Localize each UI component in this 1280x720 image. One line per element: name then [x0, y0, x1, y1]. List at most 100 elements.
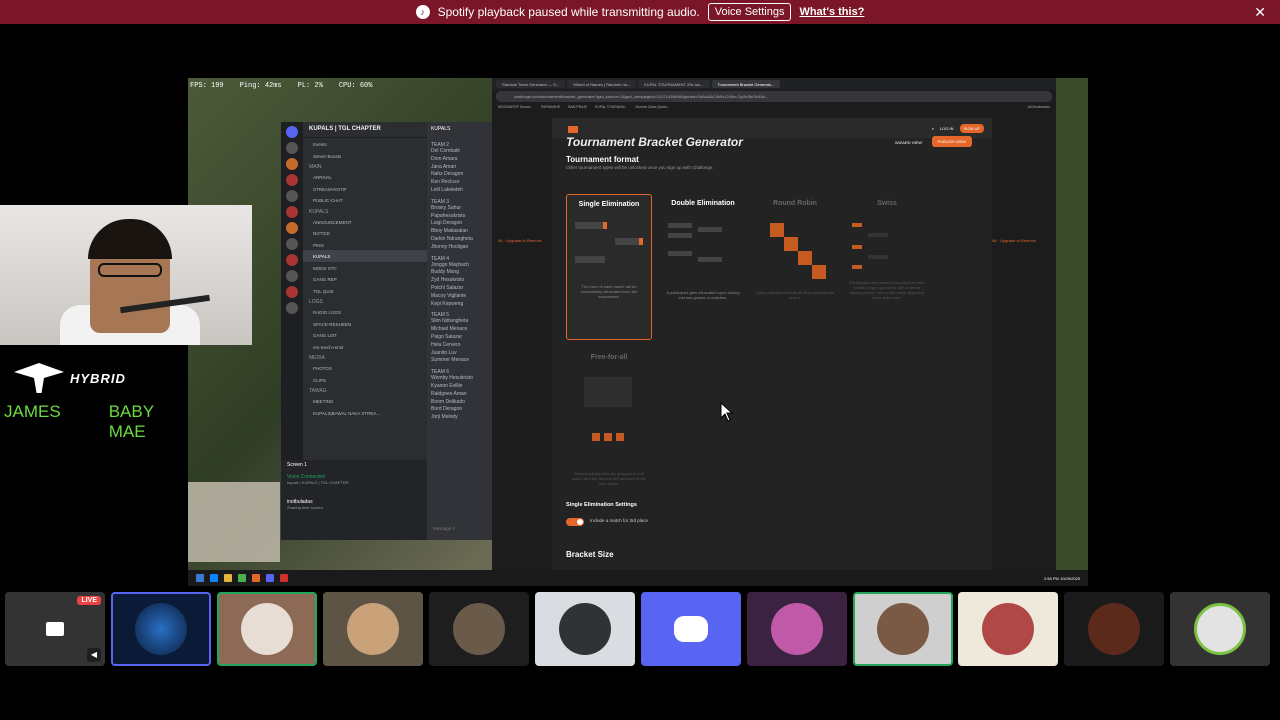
third-place-toggle[interactable] — [566, 518, 584, 526]
format-card-single-elimination[interactable]: Single Elimination The loser of each mat… — [566, 194, 652, 340]
voice-settings-button[interactable]: Voice Settings — [707, 3, 792, 21]
server-name[interactable]: KUPALS | TGL CHAPTER — [303, 122, 427, 138]
browser-tab[interactable]: Random Team Generator — S... — [496, 80, 566, 88]
whats-this-link[interactable]: What's this? — [799, 6, 864, 18]
server-icon[interactable] — [286, 238, 298, 250]
category-label[interactable]: TAWAG — [303, 385, 427, 395]
participant-tile[interactable] — [747, 592, 847, 666]
channel-item[interactable]: MODS STC — [303, 262, 427, 274]
server-icon[interactable] — [286, 286, 298, 298]
user-avatar-icon — [453, 603, 505, 655]
server-icon[interactable] — [286, 174, 298, 186]
bookmark-item[interactable]: BAN PRASI — [568, 105, 587, 110]
participant-tile[interactable] — [1170, 592, 1270, 666]
participant-tile[interactable] — [323, 592, 423, 666]
address-bar[interactable]: challonge.com/tournament/bracket_generat… — [496, 91, 1052, 102]
search-icon[interactable]: ⌕ — [932, 126, 934, 131]
channel-item[interactable]: SPACE-RESHEEN — [303, 318, 427, 330]
windows-start-icon[interactable] — [196, 574, 204, 582]
taskbar-app-icon[interactable] — [280, 574, 288, 582]
wizard-view-button[interactable]: WIZARD VIEW — [895, 140, 922, 145]
participant-tile[interactable] — [429, 592, 529, 666]
bookmark-item[interactable]: Normal Class Quest... — [635, 105, 669, 110]
login-button[interactable]: LOG IN — [940, 126, 954, 131]
server-icon[interactable] — [286, 142, 298, 154]
server-icon[interactable] — [286, 158, 298, 170]
channel-item[interactable]: CLIPS — [303, 374, 427, 386]
category-label[interactable]: MAIN — [303, 161, 427, 171]
channel-item[interactable]: mn-mech-remit — [303, 341, 427, 353]
channel-item[interactable]: RADIO LOGS — [303, 306, 427, 318]
participant-tile[interactable] — [958, 592, 1058, 666]
upgrade-ad-left[interactable]: All · Upgrade to Remove — [498, 238, 542, 243]
publish-view-button[interactable]: PUBLISH VIEW — [931, 136, 972, 147]
globe-avatar-icon — [1194, 603, 1246, 655]
taskbar-app-icon[interactable] — [252, 574, 260, 582]
channel-item[interactable]: PHOTOS — [303, 362, 427, 374]
participant-tile[interactable] — [853, 592, 953, 666]
browser-tab-active[interactable]: Tournament Bracket Generato... — [711, 80, 781, 88]
events-link[interactable]: Events — [303, 138, 427, 150]
channel-item[interactable]: ARRIVAL — [303, 171, 427, 183]
close-icon[interactable]: ✕ — [1254, 4, 1266, 21]
taskbar-app-icon[interactable] — [238, 574, 246, 582]
server-icon[interactable] — [286, 222, 298, 234]
participant-tile-stream[interactable]: LIVE ◀ — [5, 592, 105, 666]
taskbar-app-icon[interactable] — [224, 574, 232, 582]
format-card-free-for-all[interactable]: Free-for-all Several participants are gr… — [566, 348, 652, 494]
channel-item[interactable]: GANG LIST — [303, 329, 427, 341]
channel-item[interactable]: TGL QUIZ — [303, 285, 427, 297]
fps-readout: FPS: 199 — [190, 82, 224, 90]
server-icon[interactable] — [286, 254, 298, 266]
sunglasses-avatar-icon — [347, 603, 399, 655]
participant-tile[interactable] — [111, 592, 211, 666]
channel-item[interactable]: ANNOUNCEMENT — [303, 216, 427, 228]
channel-item[interactable]: PUBLIC-CHAT — [303, 194, 427, 206]
discord-home-icon[interactable] — [286, 126, 298, 138]
channel-item[interactable]: MEETING — [303, 395, 427, 407]
taskbar-clock[interactable]: 2:58 PM 10/25/2025 — [1044, 576, 1080, 581]
format-card-double-elimination[interactable]: Double Elimination A participant gets el… — [660, 194, 746, 340]
category-label[interactable]: LOGS — [303, 296, 427, 306]
category-label[interactable]: MEDIA — [303, 352, 427, 362]
category-label[interactable]: KUPALS — [303, 206, 427, 216]
channel-item-active[interactable]: KUPALS — [303, 250, 427, 262]
single-elim-diagram — [575, 222, 643, 263]
browser-tab[interactable]: KUPAL TOURNAMENT 25k tou... — [638, 80, 710, 88]
team-member: Jorji Melody — [431, 414, 458, 421]
server-icon[interactable] — [286, 190, 298, 202]
signup-button[interactable]: SIGN UP — [959, 123, 984, 133]
message-input[interactable]: Message # — [427, 526, 493, 531]
channel-item[interactable]: PING — [303, 239, 427, 251]
format-card-swiss[interactable]: Swiss Participants are paired in rounds … — [844, 194, 930, 340]
bookmark-item[interactable]: MOONDROP Sound... — [498, 105, 533, 110]
boosts-link[interactable]: Server Boosts — [303, 150, 427, 162]
format-card-round-robin[interactable]: Round Robin Each participant meets all o… — [752, 194, 838, 340]
team-member: Buddy Mang — [431, 269, 460, 276]
channel-item[interactable]: STREAM-NOTIF — [303, 183, 427, 195]
screen-share-label[interactable]: Screen 1 — [287, 462, 421, 468]
bookmark-item[interactable]: KUPAL TOURNAM... — [595, 105, 628, 110]
screen-share-stream[interactable]: FPS: 199 Ping: 42ms PL: 2% CPU: 60% KUPA… — [188, 78, 1088, 586]
upgrade-ad-right[interactable]: All · Upgrade to Remove — [992, 238, 1036, 243]
bookmark-item[interactable]: FARMASHE — [541, 105, 560, 110]
bookmark-item[interactable]: All Bookmarks — [1028, 105, 1050, 110]
windows-taskbar: 2:58 PM 10/25/2025 — [188, 570, 1088, 586]
taskbar-app-icon[interactable] — [210, 574, 218, 582]
channel-item[interactable]: KUPALS|BAWAL NAKA STREA... — [303, 407, 427, 419]
challonge-logo[interactable] — [568, 126, 578, 133]
participant-tile[interactable] — [535, 592, 635, 666]
server-icon[interactable] — [286, 270, 298, 282]
channel-item[interactable]: NOTICE — [303, 227, 427, 239]
server-icon[interactable] — [286, 302, 298, 314]
taskbar-app-icon[interactable] — [266, 574, 274, 582]
participant-tile[interactable] — [217, 592, 317, 666]
channel-item[interactable]: GANG REP — [303, 273, 427, 285]
participant-tile[interactable] — [641, 592, 741, 666]
team-member: Luigi Deragon — [431, 220, 463, 227]
participant-tile[interactable] — [1064, 592, 1164, 666]
squidward-avatar-icon — [559, 603, 611, 655]
mute-icon[interactable]: ◀ — [87, 648, 101, 662]
server-icon[interactable] — [286, 206, 298, 218]
browser-tab[interactable]: Wheel of Names | Random na... — [567, 80, 637, 88]
